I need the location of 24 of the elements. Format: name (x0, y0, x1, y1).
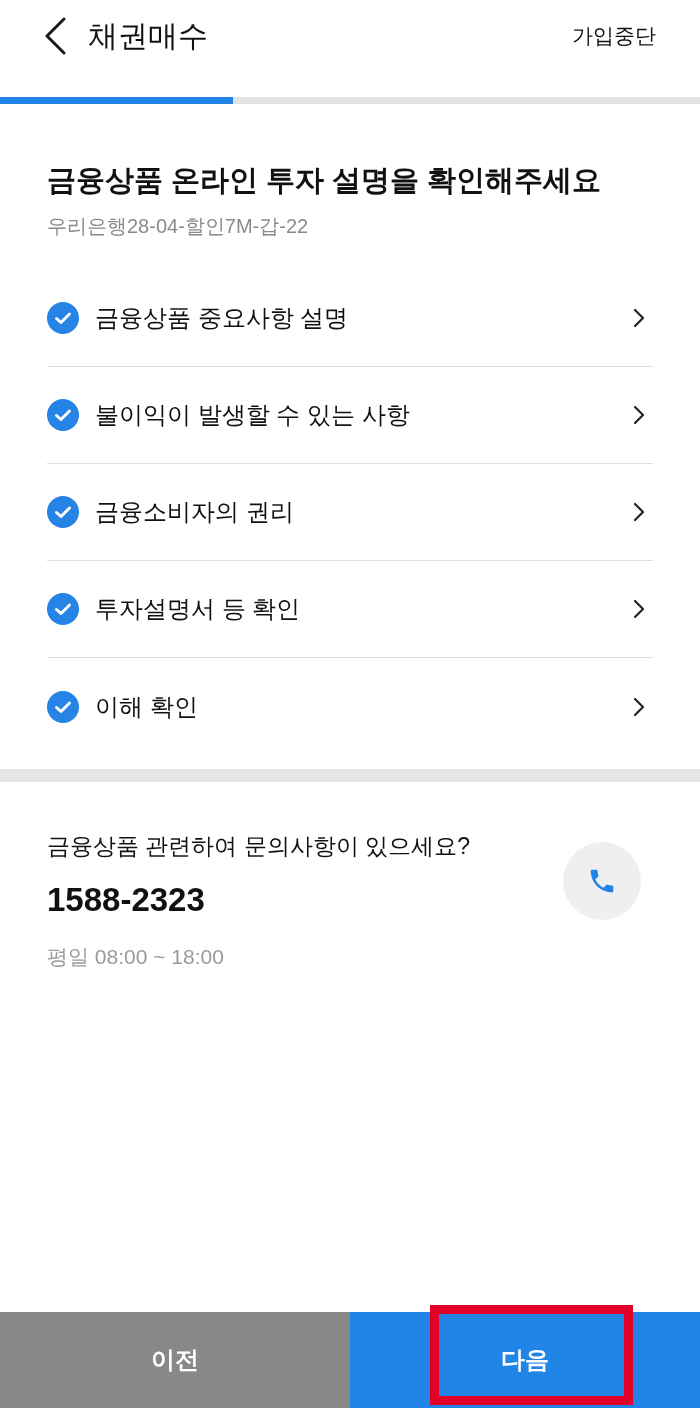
checklist-item[interactable]: 불이익이 발생할 수 있는 사항 (47, 367, 653, 464)
checklist-label: 불이익이 발생할 수 있는 사항 (95, 400, 411, 430)
section-heading: 금융상품 온라인 투자 설명을 확인해주세요 (47, 163, 603, 198)
back-chevron-icon (44, 17, 66, 55)
page-title: 채권매수 (88, 21, 208, 51)
checklist-item[interactable]: 투자설명서 등 확인 (47, 561, 653, 658)
product-name: 우리은행28-04-할인7M-갑-22 (47, 214, 310, 239)
checklist-label: 금융상품 중요사항 설명 (95, 303, 350, 333)
inquiry-text: 금융상품 관련하여 문의사항이 있으세요? (47, 832, 471, 861)
previous-button[interactable]: 이전 (0, 1312, 350, 1408)
chevron-right-icon (633, 502, 645, 522)
checklist-label: 이해 확인 (95, 691, 199, 722)
chevron-right-icon (633, 405, 645, 425)
checklist-label: 투자설명서 등 확인 (95, 594, 302, 624)
checklist-item[interactable]: 금융상품 중요사항 설명 (47, 270, 653, 367)
business-hours: 평일 08:00 ~ 18:00 (47, 944, 225, 970)
checklist-item[interactable]: 금융소비자의 권리 (47, 464, 653, 561)
chevron-right-icon (633, 599, 645, 619)
checklist-label: 금융소비자의 권리 (95, 497, 295, 527)
cancel-signup-button[interactable]: 가입중단 (572, 20, 656, 52)
phone-number: 1588-2323 (47, 880, 206, 920)
chevron-right-icon (633, 696, 645, 717)
chevron-right-icon (633, 308, 645, 328)
checklist-item[interactable]: 이해 확인 (47, 658, 653, 755)
